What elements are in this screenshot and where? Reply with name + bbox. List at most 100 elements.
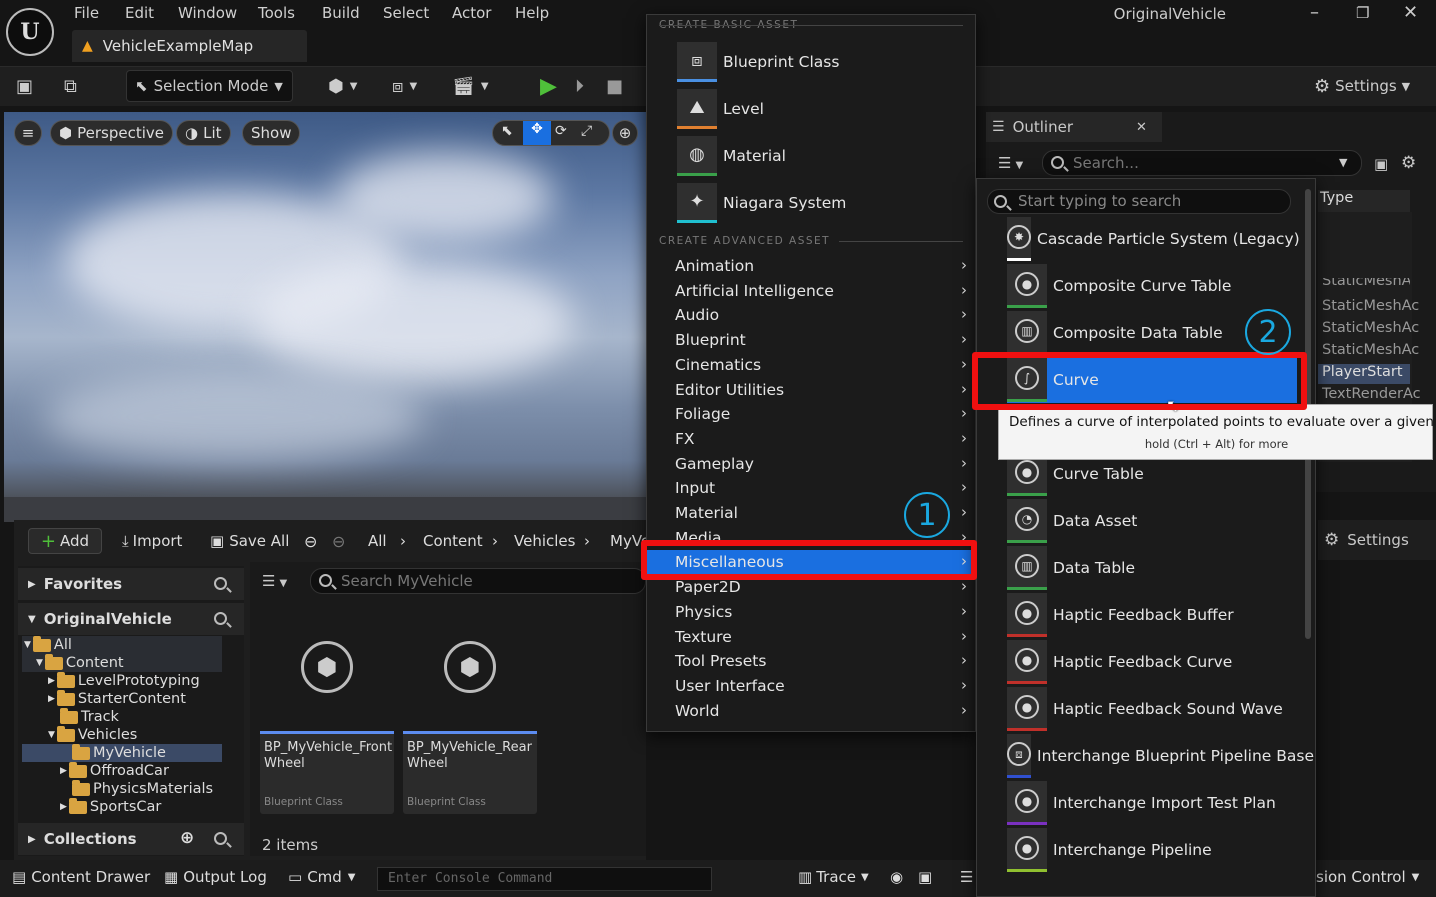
move-tool-icon[interactable]: ✥ xyxy=(523,121,551,145)
menu-item-blueprint[interactable]: Blueprint › xyxy=(647,328,977,352)
content-browse-icon[interactable]: ⧉ xyxy=(64,70,77,102)
menu-file[interactable]: File xyxy=(74,4,99,22)
menu-tools[interactable]: Tools xyxy=(258,4,295,22)
trace-dropdown[interactable]: ▥ Trace ▼ xyxy=(798,868,869,886)
save-all-button[interactable]: ▣ Save All xyxy=(210,528,289,554)
menu-item-level[interactable]: ⛰ Level xyxy=(677,88,967,130)
menu-item-audio[interactable]: Audio › xyxy=(647,303,977,327)
record-icon[interactable]: ◉ xyxy=(890,868,903,886)
menu-select[interactable]: Select xyxy=(383,4,429,22)
tree-item-myvehicle[interactable]: MyVehicle xyxy=(72,743,166,762)
menu-item-artificial-intelligence[interactable]: Artificial Intelligence › xyxy=(647,279,977,303)
console-input[interactable]: Enter Console Command xyxy=(377,867,712,891)
project-header[interactable]: ▼ OriginalVehicle xyxy=(18,603,244,635)
tree-item-physicsmaterials[interactable]: PhysicsMaterials xyxy=(72,779,213,798)
menu-item-blueprint-class[interactable]: ⧈ Blueprint Class xyxy=(677,41,967,83)
submenu-item-interchange-blueprint-pipeline-base[interactable]: ⧈ Interchange Blueprint Pipeline Base xyxy=(1007,732,1314,779)
asset-search-input[interactable]: Search MyVehicle xyxy=(310,568,646,594)
close-window-icon[interactable]: ✕ xyxy=(1403,2,1418,23)
add-collection-icon[interactable]: ⊕ xyxy=(180,828,194,848)
show-button[interactable]: Show xyxy=(242,120,301,146)
menu-item-editor-utilities[interactable]: Editor Utilities › xyxy=(647,378,977,402)
search-icon[interactable] xyxy=(214,612,227,625)
tree-item-startercontent[interactable]: ▶ StarterContent xyxy=(48,689,186,708)
menu-help[interactable]: Help xyxy=(515,4,549,22)
content-drawer-button[interactable]: ▤ Content Drawer xyxy=(12,868,150,886)
lit-button[interactable]: ◑ Lit xyxy=(176,120,231,146)
tree-item-all[interactable]: ▼ All xyxy=(24,635,72,654)
search-icon[interactable] xyxy=(214,577,227,590)
selection-mode-dropdown[interactable]: ⬉ Selection Mode ▼ xyxy=(126,70,293,102)
perspective-button[interactable]: ⬢ Perspective xyxy=(50,120,173,146)
outliner-row-type[interactable]: StaticMeshAc xyxy=(1318,298,1419,318)
submenu-item-cascade-particle-system-legacy-[interactable]: ✸ Cascade Particle System (Legacy) xyxy=(1007,215,1300,262)
menu-item-gameplay[interactable]: Gameplay › xyxy=(647,452,977,476)
menu-item-foliage[interactable]: Foliage › xyxy=(647,402,977,426)
menu-item-world[interactable]: World › xyxy=(647,699,977,723)
select-tool-icon[interactable]: ⬉ xyxy=(501,123,513,139)
filter-icon[interactable]: ☰ ▼ xyxy=(998,154,1023,172)
level-viewport[interactable]: ≡ ⬢ Perspective ◑ Lit Show ⬉ ✥ ⟳ ⤢ ⊕ xyxy=(4,112,646,522)
menu-item-niagara-system[interactable]: ✦ Niagara System xyxy=(677,182,967,224)
camera-icon[interactable]: ▣ xyxy=(918,868,932,886)
breadcrumb-content[interactable]: Content xyxy=(423,532,483,550)
stop-icon[interactable]: ■ xyxy=(606,70,623,102)
menu-item-cinematics[interactable]: Cinematics › xyxy=(647,353,977,377)
favorites-header[interactable]: ▶ Favorites xyxy=(18,568,244,600)
maximize-icon[interactable]: ❐ xyxy=(1356,4,1369,22)
import-button[interactable]: ⤓ Import xyxy=(122,528,182,554)
submenu-item-interchange-pipeline[interactable]: ● Interchange Pipeline xyxy=(1007,826,1297,873)
close-tab-icon[interactable]: ✕ xyxy=(1136,120,1147,135)
menu-build[interactable]: Build xyxy=(322,4,360,22)
asset-tile[interactable]: ⬢ BP_MyVehicle_Rear Wheel Blueprint Clas… xyxy=(403,602,537,814)
submenu-item-haptic-feedback-curve[interactable]: ● Haptic Feedback Curve xyxy=(1007,638,1297,685)
output-log-button[interactable]: ▦ Output Log xyxy=(164,868,267,886)
submenu-item-data-table[interactable]: ▥ Data Table xyxy=(1007,544,1297,591)
grid-icon[interactable]: ☰ xyxy=(960,868,973,886)
level-tab[interactable]: ▲ VehicleExampleMap xyxy=(72,30,307,62)
add-actor-icon[interactable]: ⬢ ▼ xyxy=(328,70,357,102)
outliner-tab[interactable]: ☰ Outliner ✕ xyxy=(986,112,1162,142)
outliner-search-input[interactable]: Search... ▼ xyxy=(1042,150,1362,176)
tree-item-content[interactable]: ▼ Content xyxy=(36,653,124,672)
scale-tool-icon[interactable]: ⤢ xyxy=(581,123,592,139)
menu-window[interactable]: Window xyxy=(178,4,237,22)
tree-item-sportscar[interactable]: ▶ SportsCar xyxy=(60,797,161,816)
type-column-header[interactable]: Type xyxy=(1318,190,1410,212)
filter-icon[interactable]: ☰ ▼ xyxy=(262,572,287,590)
play-icon[interactable]: ▶ xyxy=(540,70,557,102)
unreal-logo-icon[interactable]: U xyxy=(6,8,54,56)
menu-item-fx[interactable]: FX › xyxy=(647,427,977,451)
cmd-dropdown[interactable]: ▭ Cmd ▼ xyxy=(288,868,356,886)
menu-actor[interactable]: Actor xyxy=(452,4,491,22)
blueprint-menu-icon[interactable]: ⧈ ▼ xyxy=(392,70,417,102)
menu-item-user-interface[interactable]: User Interface › xyxy=(647,674,977,698)
outliner-row-type[interactable]: StaticMeshAc xyxy=(1318,320,1419,340)
minimize-icon[interactable]: – xyxy=(1310,2,1319,23)
forward-icon[interactable]: ⊖ xyxy=(332,528,345,554)
source-control-button[interactable]: sion Control ▼ xyxy=(1316,868,1419,886)
add-folder-icon[interactable]: ▣ xyxy=(1374,155,1388,173)
menu-edit[interactable]: Edit xyxy=(125,4,154,22)
submenu-search-input[interactable]: Start typing to search xyxy=(987,189,1291,214)
submenu-item-haptic-feedback-buffer[interactable]: ● Haptic Feedback Buffer xyxy=(1007,591,1297,638)
menu-item-material[interactable]: ◍ Material xyxy=(677,135,967,177)
outliner-row-type[interactable]: TextRenderAc xyxy=(1318,386,1421,406)
outliner-row-type[interactable]: StaticMeshAc xyxy=(1318,342,1419,362)
breadcrumb-vehicles[interactable]: Vehicles xyxy=(514,532,575,550)
world-space-icon[interactable]: ⊕ xyxy=(612,120,638,146)
rotate-tool-icon[interactable]: ⟳ xyxy=(555,123,567,139)
submenu-item-data-asset[interactable]: ◔ Data Asset xyxy=(1007,497,1297,544)
save-icon[interactable]: ▣ xyxy=(16,70,33,102)
cinematics-icon[interactable]: 🎬︎ ▼ xyxy=(452,70,489,102)
collections-header[interactable]: ▶ Collections ⊕ xyxy=(18,823,244,855)
tree-item-levelprototyping[interactable]: ▶ LevelPrototyping xyxy=(48,671,200,690)
menu-item-physics[interactable]: Physics › xyxy=(647,600,977,624)
asset-tile[interactable]: ⬢ BP_MyVehicle_Front Wheel Blueprint Cla… xyxy=(260,602,394,814)
tree-item-offroadcar[interactable]: ▶ OffroadCar xyxy=(60,761,169,780)
details-settings-button[interactable]: ⚙ Settings xyxy=(1318,520,1436,560)
submenu-item-composite-curve-table[interactable]: ● Composite Curve Table xyxy=(1007,262,1297,309)
outliner-row-type[interactable]: StaticMeshAc xyxy=(1318,278,1410,290)
add-button[interactable]: + Add xyxy=(28,528,102,554)
chevron-down-icon[interactable]: ▼ xyxy=(1339,151,1347,175)
